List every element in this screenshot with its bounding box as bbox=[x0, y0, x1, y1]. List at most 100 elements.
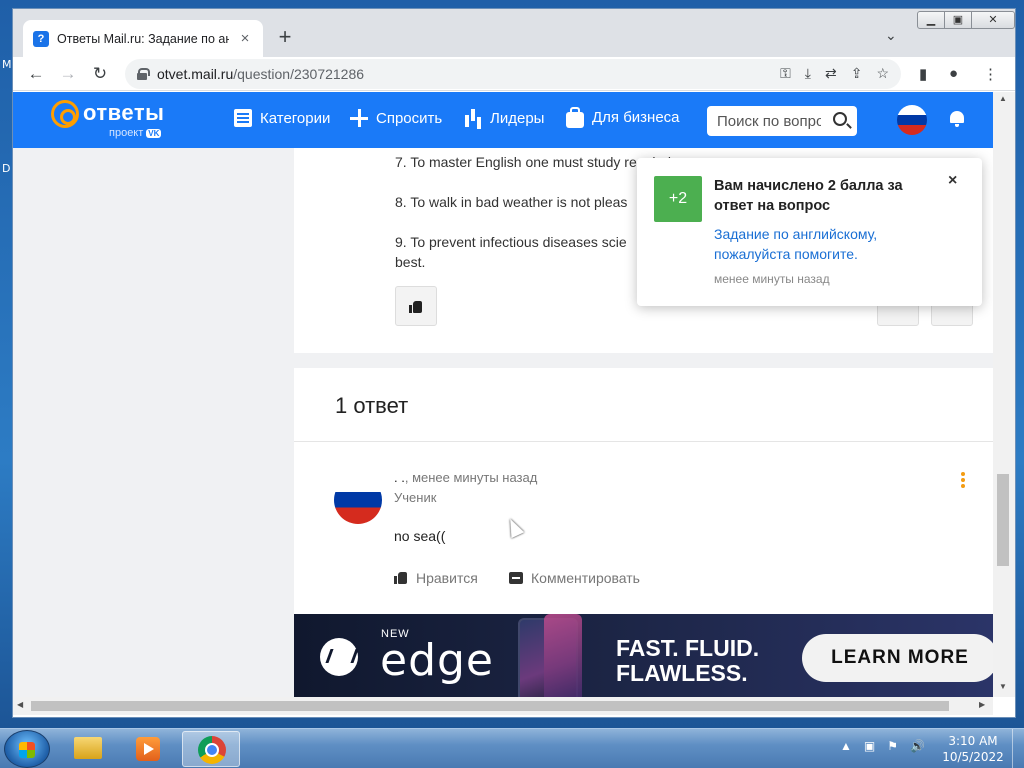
scrollbar-thumb[interactable] bbox=[997, 474, 1009, 566]
nav-ask[interactable]: Спросить bbox=[350, 109, 442, 127]
clock-time: 3:10 AM bbox=[948, 734, 998, 748]
phone-image bbox=[544, 614, 582, 697]
scroll-left-icon[interactable]: ◀ bbox=[17, 700, 23, 709]
volume-icon[interactable]: 🔊 bbox=[910, 739, 925, 753]
author-name[interactable]: . . bbox=[394, 470, 405, 485]
chrome-icon bbox=[198, 736, 226, 764]
nav-categories[interactable]: Категории bbox=[234, 109, 330, 127]
share-icon[interactable]: ⇪ bbox=[851, 65, 863, 82]
close-window-button[interactable]: ✕ bbox=[971, 11, 1015, 29]
comment-label: Комментировать bbox=[531, 570, 640, 586]
question-link[interactable]: Задание по английскому, пожалуйста помог… bbox=[714, 224, 934, 264]
nav-label: Лидеры bbox=[490, 109, 545, 127]
ad-slogan: FAST. FLUID. FLAWLESS. bbox=[616, 636, 759, 686]
star-icon[interactable]: ☆ bbox=[876, 65, 889, 82]
question-like-button[interactable] bbox=[395, 286, 437, 326]
page-viewport: ответы проект VK Категории Спросить Лидер… bbox=[13, 92, 993, 697]
bag-icon bbox=[566, 106, 584, 128]
close-icon[interactable]: × bbox=[948, 172, 957, 190]
system-tray: ▲ ▣ ⚑ 🔊 bbox=[840, 739, 925, 753]
nav-label: Спросить bbox=[376, 109, 443, 127]
answer-time: , менее минуты назад bbox=[404, 470, 538, 485]
url-text: otvet.mail.ru/question/230721286 bbox=[157, 66, 364, 82]
start-button[interactable] bbox=[4, 730, 50, 768]
taskbar-media-player[interactable] bbox=[118, 731, 176, 767]
question-line: 9. To prevent infectious diseases scie bbox=[395, 234, 627, 250]
lock-icon[interactable] bbox=[137, 68, 150, 80]
reload-button[interactable]: ↻ bbox=[89, 63, 111, 85]
scroll-right-icon[interactable]: ▶ bbox=[979, 700, 985, 709]
plus-icon bbox=[350, 109, 368, 127]
maximize-button[interactable]: ▣ bbox=[944, 11, 972, 29]
favicon-icon: ? bbox=[33, 30, 49, 47]
install-icon[interactable]: ⤓ bbox=[805, 65, 811, 82]
ad-slogan-line: FAST. FLUID. bbox=[616, 635, 760, 661]
translate-icon[interactable]: ⇄ bbox=[825, 65, 837, 82]
show-desktop-button[interactable] bbox=[1012, 729, 1024, 768]
key-icon[interactable]: ⚿ bbox=[780, 65, 791, 82]
notification-time: менее минуты назад bbox=[714, 272, 830, 286]
scrollbar-thumb[interactable] bbox=[31, 701, 949, 711]
url-path: /question/230721286 bbox=[233, 66, 365, 82]
browser-tab[interactable]: ? Ответы Mail.ru: Задание по англ × bbox=[23, 20, 263, 57]
network-icon[interactable]: ▣ bbox=[864, 739, 875, 753]
user-avatar[interactable] bbox=[897, 105, 927, 135]
minimize-button[interactable]: ▁ bbox=[917, 11, 945, 29]
answer-like-button[interactable]: Нравится bbox=[394, 570, 478, 586]
address-bar[interactable]: otvet.mail.ru/question/230721286 ⚿ ⤓ ⇄ ⇪… bbox=[125, 59, 901, 89]
show-hidden-icons-icon[interactable]: ▲ bbox=[840, 739, 852, 753]
close-tab-icon[interactable]: × bbox=[237, 30, 253, 47]
nav-label: Для бизнеса bbox=[592, 109, 680, 126]
logo-text: ответы bbox=[83, 100, 165, 125]
taskbar: ▲ ▣ ⚑ 🔊 3:10 AM 10/5/2022 bbox=[0, 728, 1024, 768]
folder-icon bbox=[74, 737, 102, 759]
nav-business[interactable]: Для бизнеса bbox=[566, 106, 680, 128]
back-button[interactable]: ← bbox=[25, 63, 47, 85]
taskbar-chrome[interactable] bbox=[182, 731, 240, 767]
menu-icon[interactable]: ⋮ bbox=[983, 65, 998, 83]
profile-icon[interactable]: ● bbox=[949, 65, 958, 82]
at-logo-icon bbox=[51, 100, 79, 128]
horizontal-scrollbar[interactable]: ◀ ▶ bbox=[13, 697, 993, 715]
logo-subtitle: проект VK bbox=[109, 127, 162, 139]
clock-date: 10/5/2022 bbox=[942, 750, 1004, 764]
vk-badge: VK bbox=[146, 129, 162, 138]
bell-icon[interactable] bbox=[949, 109, 965, 127]
answer-author: . ., менее минуты назад bbox=[394, 470, 537, 485]
search-icon[interactable] bbox=[833, 112, 847, 126]
browser-window: ? Ответы Mail.ru: Задание по англ × + ⌄ … bbox=[12, 8, 1016, 718]
desktop-label-fragment: D bbox=[2, 162, 11, 175]
answer-author-avatar[interactable] bbox=[334, 476, 382, 524]
list-icon bbox=[234, 109, 252, 127]
tab-search-icon[interactable]: ⌄ bbox=[885, 27, 897, 44]
forward-button[interactable]: → bbox=[57, 63, 79, 85]
question-line: 8. To walk in bad weather is not pleas bbox=[395, 194, 628, 210]
more-options-icon[interactable] bbox=[960, 472, 966, 488]
scroll-up-icon[interactable]: ▲ bbox=[999, 94, 1007, 103]
taskbar-explorer[interactable] bbox=[58, 731, 116, 767]
motorola-logo-icon bbox=[320, 638, 358, 676]
comment-button[interactable]: Комментировать bbox=[509, 570, 640, 586]
ad-banner[interactable]: NEW edge FAST. FLUID. FLAWLESS. LEARN MOR… bbox=[294, 614, 993, 697]
site-search bbox=[707, 106, 857, 136]
logo-sub-text: проект bbox=[109, 127, 144, 139]
vertical-scrollbar[interactable]: ▲ ▼ bbox=[993, 92, 1015, 697]
media-player-icon bbox=[136, 737, 160, 761]
learn-more-button[interactable]: LEARN MORE bbox=[802, 634, 993, 682]
tab-bar: ? Ответы Mail.ru: Задание по англ × + ⌄ … bbox=[13, 9, 1015, 57]
browser-toolbar: ← → ↻ otvet.mail.ru/question/230721286 ⚿… bbox=[13, 57, 1015, 91]
points-badge: +2 bbox=[654, 176, 702, 222]
taskbar-clock[interactable]: 3:10 AM 10/5/2022 bbox=[938, 733, 1008, 765]
answer-text: no sea(( bbox=[394, 528, 446, 544]
search-input[interactable] bbox=[717, 112, 821, 130]
new-tab-button[interactable]: + bbox=[273, 25, 297, 49]
answers-count: 1 ответ bbox=[335, 393, 409, 418]
action-center-icon[interactable]: ⚑ bbox=[887, 739, 898, 753]
site-header: ответы проект VK Категории Спросить Лидер… bbox=[13, 92, 993, 148]
author-rank: Ученик bbox=[394, 490, 437, 505]
nav-leaders[interactable]: Лидеры bbox=[464, 109, 544, 127]
url-host: otvet.mail.ru bbox=[157, 66, 234, 82]
scroll-down-icon[interactable]: ▼ bbox=[999, 682, 1007, 691]
notification-title: Вам начислено 2 балла за ответ на вопрос bbox=[714, 178, 903, 214]
side-panel-icon[interactable]: ▮ bbox=[919, 65, 927, 83]
